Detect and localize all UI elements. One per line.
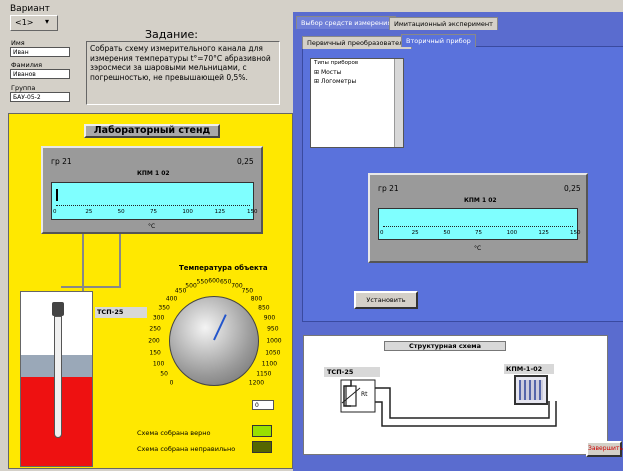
selector-instrument-class: 0,25 <box>564 184 581 193</box>
tree-item[interactable]: ⊞ Мосты <box>314 69 341 76</box>
scale-tick-label: 150 <box>247 209 258 215</box>
tab-simulation[interactable]: Имитационный эксперимент <box>389 17 498 30</box>
variant-selector[interactable]: <1> ▾ <box>10 15 58 31</box>
tree-header: Типы приборов <box>314 60 359 66</box>
scale-tick-label: 50 <box>443 230 451 236</box>
dial-label: 1150 <box>256 370 272 378</box>
dial-label: 300 <box>152 314 165 322</box>
status-bad-label: Схема собрана неправильно <box>137 445 236 453</box>
name-field[interactable]: Иван <box>10 47 70 57</box>
stand-scale-labels: 0 25 50 75 100 125 150 <box>53 209 258 217</box>
sensor-head <box>52 302 64 316</box>
dial-label: 250 <box>149 325 161 333</box>
selector-instrument-unit: °C <box>474 245 482 252</box>
selector-scale-labels: 0 25 50 75 100 125 150 <box>380 230 581 238</box>
scrollbar[interactable] <box>394 59 403 147</box>
scale-tick-label: 0 <box>380 230 384 236</box>
temperature-dial: 0 50 100 150 200 250 300 350 400 450 500 550 600 650 7… <box>148 274 289 404</box>
scale-tick-label: 100 <box>182 209 193 215</box>
finish-button[interactable]: Завершить <box>586 441 623 457</box>
scale-tick-label: 0 <box>53 209 57 215</box>
temperature-knob[interactable] <box>169 296 259 386</box>
dial-label: 750 <box>241 287 254 295</box>
tab-secondary-instrument[interactable]: Вторичный прибор <box>401 34 476 47</box>
dial-label: 50 <box>160 370 168 378</box>
sensor-rod[interactable] <box>54 316 62 438</box>
dial-value-field[interactable]: 0 <box>252 400 274 410</box>
task-text: Собрать схему измерительного канала для … <box>86 41 280 105</box>
stand-instrument-scale: 0 25 50 75 100 125 150 <box>51 182 258 220</box>
scale-tick-label: 125 <box>214 209 226 215</box>
stand-instrument: гр 21 0,25 КПМ 1 02 0 25 50 75 100 125 150 °C <box>41 146 263 234</box>
scale-tick-label: 150 <box>570 230 581 236</box>
dial-label: 400 <box>165 295 178 303</box>
surname-label: Фамилия <box>11 61 42 69</box>
surname-field[interactable]: Иванов <box>10 69 70 79</box>
dial-title: Температура объекта <box>179 264 268 272</box>
tank <box>20 291 93 467</box>
expand-icon[interactable]: ⊞ <box>314 78 319 85</box>
dial-label: 200 <box>148 337 160 345</box>
dial-label: 1000 <box>266 337 282 345</box>
scale-tick-label: 25 <box>411 230 419 236</box>
structural-schema: Структурная схема ТСП-25 Rt КПМ-1-02 <box>303 335 608 455</box>
dial-label: 950 <box>267 325 279 333</box>
stand-instrument-class: 0,25 <box>237 157 254 166</box>
name-label: Имя <box>11 39 25 47</box>
status-ok-label: Схема собрана верно <box>137 429 211 437</box>
dial-label: 1200 <box>248 379 265 387</box>
task-title: Задание: <box>145 28 198 41</box>
dial-label: 850 <box>258 304 270 312</box>
instrument-type-list[interactable]: Типы приборов ⊞ Мосты ⊞ Логометры <box>310 58 404 148</box>
dial-label: 350 <box>158 304 170 312</box>
group-label: Группа <box>11 84 36 92</box>
lab-stand-title: Лабораторный стенд <box>84 124 220 138</box>
scale-tick-label: 125 <box>538 230 549 236</box>
wire <box>61 286 121 288</box>
stand-sensor-label: ТСП-25 <box>95 307 147 318</box>
schema-instrument-label: КПМ-1-02 <box>504 364 554 374</box>
scale-tick-label: 25 <box>85 209 93 215</box>
dial-label: 0 <box>169 379 174 387</box>
dial-label: 900 <box>263 314 276 322</box>
dial-label: 500 <box>185 282 197 290</box>
variant-value: <1> <box>15 18 34 27</box>
tab-primary-converter[interactable]: Первичный преобразователь <box>302 36 413 49</box>
scale-tick-label: 75 <box>475 230 482 236</box>
stand-instrument-group: гр 21 <box>51 157 72 166</box>
scale-tick-label: 50 <box>117 209 125 215</box>
status-bad-led <box>252 441 272 453</box>
wire <box>119 234 121 288</box>
scale-tick-label: 75 <box>150 209 157 215</box>
tab-instrument-selection[interactable]: Выбор средств измерения <box>296 16 397 29</box>
schema-instrument-icon <box>514 375 548 405</box>
dial-label: 1100 <box>261 360 278 368</box>
dial-label: 1050 <box>265 349 281 357</box>
variant-label: Вариант <box>10 4 50 14</box>
expand-icon[interactable]: ⊞ <box>314 69 319 76</box>
selector-instrument-scale: 0 25 50 75 100 125 150 <box>378 208 581 240</box>
dial-label: 650 <box>219 278 232 286</box>
scale-tick-label: 100 <box>506 230 518 236</box>
dial-label: 600 <box>208 277 220 285</box>
stand-instrument-pointer <box>56 189 58 201</box>
stand-instrument-model: КПМ 1 02 <box>137 170 170 177</box>
status-ok-led <box>252 425 272 437</box>
dial-label: 100 <box>152 360 165 368</box>
wire <box>82 234 84 298</box>
selector-instrument: гр 21 0,25 КПМ 1 02 0 25 50 75 100 125 150 °C <box>368 173 588 263</box>
selector-instrument-model: КПМ 1 02 <box>464 197 497 204</box>
chevron-down-icon: ▾ <box>45 17 50 26</box>
schema-resistor-label: Rt <box>361 391 368 398</box>
install-button[interactable]: Установить <box>354 291 418 309</box>
lab-stand-panel: Лабораторный стенд гр 21 0,25 КПМ 1 02 0… <box>8 113 293 469</box>
dial-label: 800 <box>250 295 263 303</box>
dial-label: 550 <box>196 278 209 286</box>
stand-instrument-unit: °C <box>148 223 156 230</box>
selector-instrument-group: гр 21 <box>378 184 399 193</box>
tree-item[interactable]: ⊞ Логометры <box>314 78 356 85</box>
dial-label: 150 <box>149 349 161 357</box>
group-field[interactable]: БАУ-05-2 <box>10 92 70 102</box>
schema-wiring <box>340 379 557 427</box>
